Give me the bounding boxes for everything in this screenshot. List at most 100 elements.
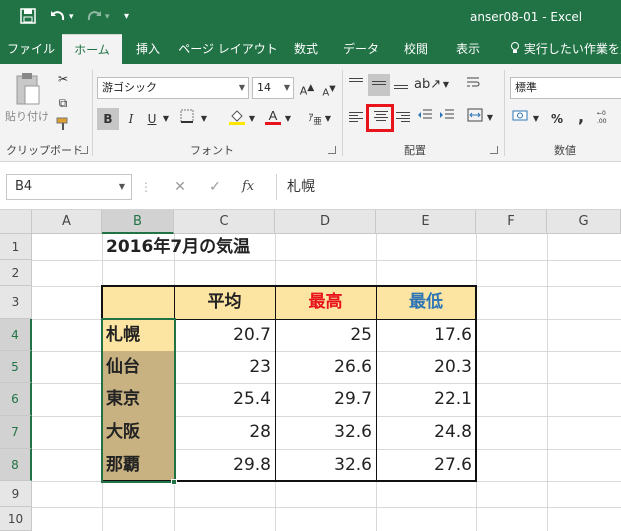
min-cell[interactable]: 22.1 bbox=[376, 383, 476, 416]
fill-handle[interactable] bbox=[171, 479, 177, 485]
chevron-down-icon[interactable]: ▼ bbox=[484, 107, 496, 129]
borders-icon[interactable] bbox=[176, 108, 198, 130]
column-header-d[interactable]: D bbox=[275, 210, 376, 234]
chevron-down-icon[interactable]: ▼ bbox=[246, 108, 258, 130]
bold-button[interactable]: B bbox=[97, 108, 119, 130]
font-color-icon[interactable]: A bbox=[262, 108, 284, 130]
increase-indent-icon[interactable] bbox=[436, 107, 458, 129]
tab-home[interactable]: ホーム bbox=[62, 34, 122, 64]
align-left-icon[interactable] bbox=[345, 107, 367, 129]
min-cell[interactable]: 27.6 bbox=[376, 449, 476, 481]
column-header-b[interactable]: B bbox=[102, 210, 174, 234]
number-format-combo[interactable]: 標準 bbox=[510, 77, 621, 99]
avg-cell[interactable]: 28 bbox=[174, 416, 275, 449]
city-cell[interactable]: 那覇 bbox=[102, 449, 174, 481]
increase-font-icon[interactable]: A▲ bbox=[296, 77, 318, 99]
row-header-5[interactable]: 5 bbox=[0, 351, 32, 383]
worksheet-grid[interactable]: A B C D E F G 1 2 3 4 5 6 7 8 9 10 2016年… bbox=[0, 210, 621, 531]
cancel-icon[interactable]: ✕ bbox=[168, 174, 192, 200]
row-header-1[interactable]: 1 bbox=[0, 234, 32, 260]
font-launcher-icon[interactable] bbox=[328, 146, 336, 154]
align-center-button[interactable] bbox=[366, 104, 394, 132]
undo-icon[interactable] bbox=[50, 8, 66, 26]
max-cell[interactable]: 26.6 bbox=[275, 351, 376, 383]
row-header-9[interactable]: 9 bbox=[0, 481, 32, 507]
header-cell-avg[interactable]: 平均 bbox=[174, 286, 275, 319]
city-cell[interactable]: 大阪 bbox=[102, 416, 174, 449]
row-header-7[interactable]: 7 bbox=[0, 416, 32, 449]
format-painter-icon[interactable] bbox=[52, 116, 74, 138]
avg-cell[interactable]: 25.4 bbox=[174, 383, 275, 416]
name-box[interactable]: B4 ▼ bbox=[6, 174, 132, 200]
city-cell[interactable]: 東京 bbox=[102, 383, 174, 416]
fill-color-icon[interactable] bbox=[226, 108, 248, 130]
avg-cell[interactable]: 23 bbox=[174, 351, 275, 383]
row-header-8[interactable]: 8 bbox=[0, 449, 32, 481]
tab-view[interactable]: 表示 bbox=[446, 34, 490, 64]
font-size-combo[interactable]: 14 ▼ bbox=[252, 77, 294, 99]
max-cell[interactable]: 29.7 bbox=[275, 383, 376, 416]
row-header-4[interactable]: 4 bbox=[0, 319, 32, 351]
align-right-icon[interactable] bbox=[392, 107, 414, 129]
wrap-text-icon[interactable] bbox=[462, 74, 484, 96]
formula-input[interactable]: 札幌 bbox=[276, 174, 621, 200]
column-header-e[interactable]: E bbox=[376, 210, 476, 234]
chevron-down-icon[interactable]: ▼ bbox=[198, 108, 210, 130]
header-cell-min[interactable]: 最低 bbox=[376, 286, 476, 319]
chevron-down-icon[interactable]: ▼ bbox=[440, 74, 452, 96]
chevron-down-icon[interactable]: ▼ bbox=[530, 108, 542, 130]
undo-dropdown-icon[interactable]: ▾ bbox=[69, 8, 74, 26]
alignment-launcher-icon[interactable] bbox=[490, 146, 498, 154]
percent-style-button[interactable]: % bbox=[546, 108, 568, 130]
align-middle-icon[interactable] bbox=[368, 74, 390, 96]
chevron-down-icon[interactable]: ▼ bbox=[160, 108, 172, 130]
chevron-down-icon[interactable]: ▼ bbox=[322, 108, 334, 130]
tab-page-layout[interactable]: ページ レイアウト bbox=[178, 34, 278, 64]
row-header-10[interactable]: 10 bbox=[0, 507, 32, 531]
customize-icon[interactable]: ▾ bbox=[124, 8, 129, 26]
select-all-corner[interactable] bbox=[0, 210, 32, 234]
min-cell[interactable]: 17.6 bbox=[376, 319, 476, 351]
max-cell[interactable]: 32.6 bbox=[275, 449, 376, 481]
min-cell[interactable]: 24.8 bbox=[376, 416, 476, 449]
row-header-2[interactable]: 2 bbox=[0, 260, 32, 286]
column-header-g[interactable]: G bbox=[547, 210, 621, 234]
avg-cell[interactable]: 20.7 bbox=[174, 319, 275, 351]
header-cell-max[interactable]: 最高 bbox=[275, 286, 376, 319]
column-header-c[interactable]: C bbox=[174, 210, 275, 234]
chevron-down-icon[interactable]: ▼ bbox=[282, 108, 294, 130]
copy-icon[interactable]: ⧉ bbox=[52, 92, 74, 114]
header-cell-blank[interactable] bbox=[102, 286, 174, 319]
tab-file[interactable]: ファイル bbox=[0, 34, 62, 64]
row-header-6[interactable]: 6 bbox=[0, 383, 32, 416]
comma-style-button[interactable]: , bbox=[570, 106, 592, 128]
text-orientation-icon[interactable]: ab↗ bbox=[414, 74, 441, 96]
save-icon[interactable] bbox=[20, 8, 36, 26]
redo-dropdown-icon[interactable]: ▾ bbox=[105, 8, 110, 26]
currency-icon[interactable] bbox=[510, 108, 532, 130]
column-header-a[interactable]: A bbox=[32, 210, 102, 234]
paste-label[interactable]: 貼り付け bbox=[4, 108, 50, 124]
tell-me-box[interactable]: 実行したい作業を入 bbox=[510, 34, 621, 64]
enter-icon[interactable]: ✓ bbox=[203, 174, 227, 200]
max-cell[interactable]: 32.6 bbox=[275, 416, 376, 449]
align-top-icon[interactable] bbox=[345, 74, 367, 96]
increase-decimal-icon[interactable]: ←0.00 bbox=[594, 108, 616, 130]
decrease-font-icon[interactable]: A▼ bbox=[318, 77, 340, 99]
tab-review[interactable]: 校閲 bbox=[394, 34, 438, 64]
sheet-title-cell[interactable]: 2016年7月の気温 bbox=[102, 234, 342, 260]
redo-icon[interactable] bbox=[86, 8, 102, 26]
align-bottom-icon[interactable] bbox=[390, 74, 412, 96]
row-header-3[interactable]: 3 bbox=[0, 286, 32, 319]
city-cell[interactable]: 仙台 bbox=[102, 351, 174, 383]
column-header-f[interactable]: F bbox=[476, 210, 547, 234]
paste-icon[interactable] bbox=[6, 72, 46, 105]
clipboard-launcher-icon[interactable] bbox=[80, 146, 88, 154]
tab-formulas[interactable]: 数式 bbox=[284, 34, 328, 64]
max-cell[interactable]: 25 bbox=[275, 319, 376, 351]
insert-function-button[interactable]: fx bbox=[242, 174, 254, 200]
tab-insert[interactable]: 挿入 bbox=[126, 34, 170, 64]
city-cell[interactable]: 札幌 bbox=[102, 319, 174, 351]
min-cell[interactable]: 20.3 bbox=[376, 351, 476, 383]
cut-icon[interactable]: ✂ bbox=[52, 68, 74, 90]
